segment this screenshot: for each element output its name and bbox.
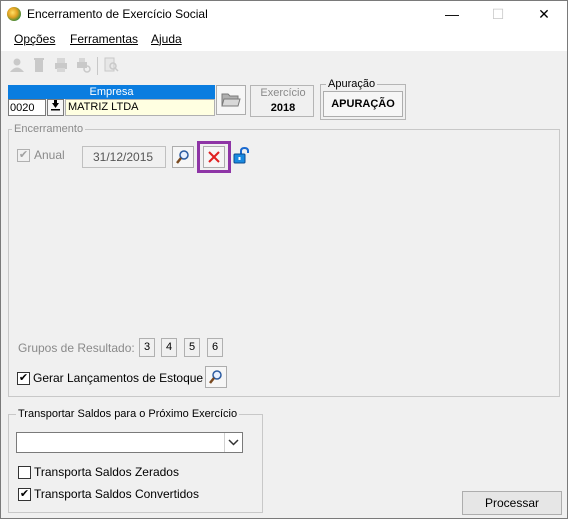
menu-opcoes[interactable]: Opções bbox=[14, 32, 55, 46]
saldos-convertidos-label: Transporta Saldos Convertidos bbox=[34, 487, 199, 501]
menu-ajuda[interactable]: Ajuda bbox=[151, 32, 182, 46]
print-preview-icon[interactable] bbox=[75, 57, 91, 73]
grupo-6-box[interactable]: 6 bbox=[207, 338, 223, 357]
chevron-down-icon bbox=[228, 439, 239, 446]
maximize-button[interactable]: ☐ bbox=[475, 1, 521, 27]
main-window: Encerramento de Exercício Social — ☐ ✕ O… bbox=[0, 0, 568, 519]
menu-bar: Opções Ferramentas Ajuda bbox=[1, 27, 567, 51]
saldos-zerados-checkbox[interactable] bbox=[18, 466, 31, 479]
toolbar bbox=[1, 53, 567, 77]
gerar-lancamentos-label: Gerar Lançamentos de Estoque bbox=[33, 371, 204, 385]
anual-label: Anual bbox=[34, 148, 65, 162]
down-arrow-icon bbox=[51, 100, 60, 111]
empresa-header: Empresa bbox=[8, 85, 215, 99]
empresa-name-field: MATRIZ LTDA bbox=[65, 99, 215, 116]
exercicio-label: Exercício bbox=[260, 87, 306, 99]
processar-button[interactable]: Processar bbox=[462, 491, 562, 515]
close-button[interactable]: ✕ bbox=[521, 1, 567, 27]
toolbar-separator bbox=[97, 57, 98, 75]
apuracao-legend: Apuração bbox=[326, 78, 378, 90]
app-icon bbox=[7, 7, 21, 21]
magnifier-icon bbox=[176, 150, 189, 164]
close-x-icon bbox=[208, 151, 220, 163]
grupo-5-box[interactable]: 5 bbox=[184, 338, 200, 357]
gerar-lancamentos-checkbox[interactable]: ✔ bbox=[17, 372, 30, 385]
open-folder-button[interactable] bbox=[216, 85, 246, 115]
empresa-panel: Empresa 0020 MATRIZ LTDA bbox=[8, 85, 215, 117]
transportar-legend: Transportar Saldos para o Próximo Exercí… bbox=[16, 408, 240, 420]
grupos-resultado-label: Grupos de Resultado: bbox=[18, 341, 135, 355]
print-icon[interactable] bbox=[53, 57, 69, 73]
trash-icon[interactable] bbox=[31, 57, 47, 73]
delete-button[interactable] bbox=[203, 146, 225, 168]
empresa-code-field[interactable]: 0020 bbox=[8, 99, 46, 116]
transportar-select[interactable] bbox=[16, 432, 243, 453]
encerramento-group bbox=[8, 129, 560, 397]
window-title: Encerramento de Exercício Social bbox=[27, 7, 208, 21]
search-doc-icon[interactable] bbox=[103, 57, 119, 73]
saldos-convertidos-checkbox[interactable]: ✔ bbox=[18, 488, 31, 501]
search-date-button[interactable] bbox=[172, 146, 194, 168]
anual-checkbox[interactable]: ✔ bbox=[17, 149, 30, 162]
encerramento-legend: Encerramento bbox=[12, 123, 86, 135]
title-bar: Encerramento de Exercício Social — ☐ ✕ bbox=[1, 1, 567, 27]
user-icon[interactable] bbox=[9, 57, 25, 73]
delete-highlight bbox=[197, 141, 231, 173]
grupo-3-box[interactable]: 3 bbox=[139, 338, 155, 357]
transportar-dropdown-button[interactable] bbox=[224, 433, 242, 452]
folder-icon bbox=[221, 93, 241, 107]
encerramento-date-field[interactable]: 31/12/2015 bbox=[82, 146, 166, 168]
search-estoque-button[interactable] bbox=[205, 366, 227, 388]
grupo-4-box[interactable]: 4 bbox=[161, 338, 177, 357]
apuracao-button[interactable]: APURAÇÃO bbox=[323, 91, 403, 117]
exercicio-box: Exercício 2018 bbox=[250, 85, 314, 117]
empresa-lookup-button[interactable] bbox=[47, 99, 64, 116]
menu-ferramentas[interactable]: Ferramentas bbox=[70, 32, 138, 46]
minimize-button[interactable]: — bbox=[429, 1, 475, 27]
unlock-icon[interactable] bbox=[233, 147, 251, 165]
magnifier-icon bbox=[209, 370, 222, 384]
saldos-zerados-label: Transporta Saldos Zerados bbox=[34, 465, 179, 479]
exercicio-value: 2018 bbox=[270, 102, 296, 114]
